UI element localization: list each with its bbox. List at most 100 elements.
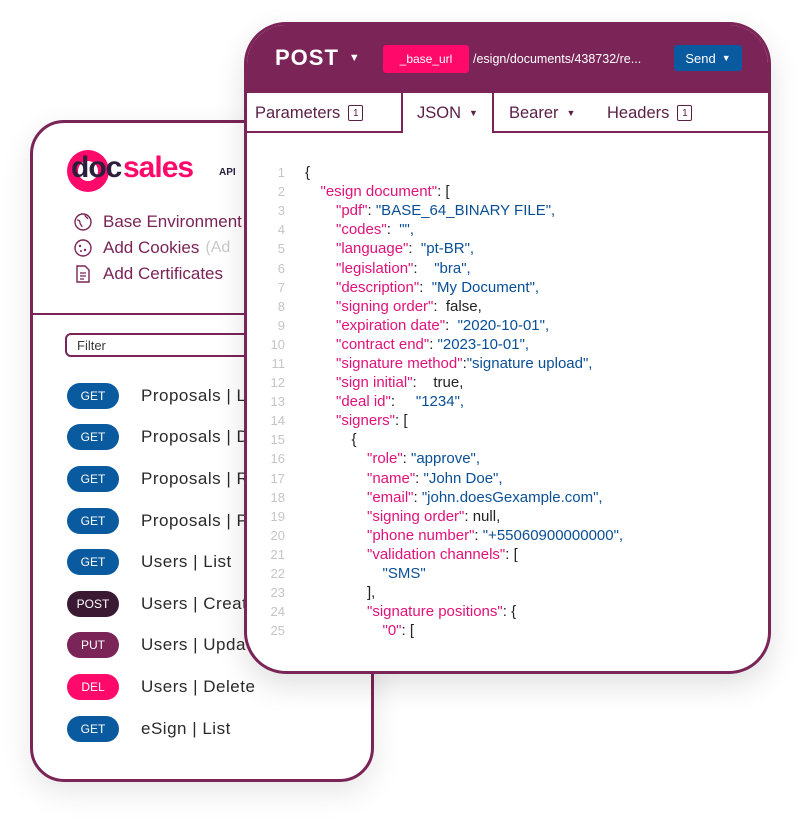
code-line: 15 {: [261, 430, 758, 449]
json-value: "BASE_64_BINARY FILE",: [375, 202, 556, 220]
endpoint-item[interactable]: GET eSign | List: [67, 708, 255, 750]
line-number: 5: [277, 241, 285, 257]
code-text: "pdf": "BASE_64_BINARY FILE",: [305, 202, 555, 219]
code-text: "phone number": "+55060900000000",: [305, 527, 623, 544]
env-item-label: Add Cookies: [103, 238, 200, 257]
json-punct: :: [402, 450, 412, 468]
code-text: "expiration date": "2020-10-01",: [305, 317, 549, 334]
json-punct: ],: [367, 584, 376, 602]
json-punct: :: [412, 374, 434, 392]
code-line: 20 "phone number": "+55060900000000",: [261, 526, 758, 545]
env-item-add-certificates[interactable]: Add Certificates: [73, 261, 242, 287]
endpoint-item[interactable]: GET Proposals | D: [67, 417, 255, 459]
line-number: 21: [270, 546, 285, 562]
json-punct: : [: [505, 545, 518, 563]
json-key: "codes": [336, 221, 387, 239]
code-text: "name": "John Doe",: [305, 470, 503, 487]
tab-label: Parameters: [255, 103, 341, 122]
code-text: "legislation": "bra",: [305, 260, 471, 277]
json-body-editor[interactable]: 1 {2 "esign document": [3 "pdf": "BASE_64_B…: [261, 163, 758, 640]
json-value: "2023-10-01",: [437, 335, 530, 353]
env-item-base-environment[interactable]: Base Environment: [73, 209, 242, 235]
line-number: 2: [277, 184, 285, 200]
tab-headers[interactable]: Headers 1: [607, 93, 693, 133]
json-punct: {: [305, 164, 311, 182]
env-item-label: Add Certificates: [103, 264, 223, 283]
line-number: 16: [270, 451, 285, 467]
endpoint-name: Proposals | L: [141, 385, 247, 405]
logo-sales-text: sales: [123, 151, 194, 184]
document-icon: [76, 265, 90, 283]
json-value: "john.doesGexample.com",: [421, 488, 603, 506]
tab-bearer[interactable]: Bearer ▼: [509, 93, 575, 133]
url-path-input[interactable]: /esign/documents/438732/re...: [473, 52, 641, 66]
code-line: 22 "SMS": [261, 564, 758, 583]
endpoint-item[interactable]: GET Proposals | P: [67, 500, 255, 542]
env-item-label: Base Environment: [103, 212, 242, 231]
tab-parameters[interactable]: Parameters 1: [255, 93, 364, 133]
code-text: "email": "john.doesGexample.com",: [305, 489, 603, 506]
endpoint-item[interactable]: GET Proposals | R: [67, 458, 255, 500]
tab-label: JSON: [417, 103, 462, 122]
code-line: 4 "codes": "",: [261, 220, 758, 239]
code-line: 3 "pdf": "BASE_64_BINARY FILE",: [261, 201, 758, 220]
code-line: 9 "expiration date": "2020-10-01",: [261, 316, 758, 335]
base-url-chip[interactable]: _base_url: [383, 45, 469, 73]
code-text: "signing order": false,: [305, 298, 482, 315]
line-number: 17: [270, 470, 285, 486]
code-text: "codes": "",: [305, 221, 414, 238]
json-punct: :: [419, 278, 432, 296]
code-text: "sign initial": true,: [305, 374, 463, 391]
line-number: 9: [277, 317, 285, 333]
endpoint-name: Users | List: [141, 552, 232, 572]
send-button[interactable]: Send ▼: [674, 45, 742, 71]
env-item-add-cookies[interactable]: Add Cookies (Ad: [73, 235, 242, 261]
line-number: 12: [270, 375, 285, 391]
code-text: ],: [305, 584, 375, 601]
endpoint-item[interactable]: POST Users | Creat: [67, 583, 255, 625]
line-number: 4: [277, 222, 285, 238]
code-line: 24 "signature positions": {: [261, 602, 758, 621]
line-number: 22: [270, 566, 285, 582]
chevron-down-icon: ▼: [469, 108, 478, 118]
tab-json[interactable]: JSON ▼: [401, 93, 494, 135]
code-text: "deal id": "1234",: [305, 393, 464, 410]
code-line: 19 "signing order": null,: [261, 507, 758, 526]
endpoint-item[interactable]: DEL Users | Delete: [67, 666, 255, 708]
line-number: 8: [277, 298, 285, 314]
code-line: 12 "sign initial": true,: [261, 373, 758, 392]
endpoint-name: eSign | List: [141, 718, 231, 738]
json-key: "validation channels": [367, 545, 506, 563]
line-number: 1: [277, 165, 285, 181]
logo-doc-text: doc: [71, 151, 122, 184]
code-line: 25 "0": [: [261, 621, 758, 640]
code-text: "role": "approve",: [305, 450, 480, 467]
request-bar: POST ▼ _base_url /esign/documents/438732…: [247, 25, 768, 93]
endpoint-item[interactable]: GET Users | List: [67, 541, 255, 583]
endpoint-item[interactable]: PUT Users | Upda: [67, 625, 255, 667]
json-key: "signers": [336, 412, 396, 430]
code-line: 13 "deal id": "1234",: [261, 392, 758, 411]
code-text: "SMS": [305, 565, 426, 582]
code-text: "validation channels": [: [305, 546, 518, 563]
code-text: "esign document": [: [305, 183, 450, 200]
tab-count-badge: 1: [677, 105, 693, 121]
endpoint-name: Proposals | R: [141, 468, 250, 488]
json-value: "+55060900000000",: [482, 526, 624, 544]
json-punct: :: [367, 202, 376, 220]
json-value: "John Doe",: [423, 469, 503, 487]
json-value: "signature upload",: [466, 354, 593, 372]
json-punct: {: [351, 431, 357, 449]
code-text: "signature positions": {: [305, 603, 516, 620]
json-key: "signature positions": [367, 603, 503, 621]
json-punct: : {: [502, 603, 517, 621]
json-key: "description": [336, 278, 420, 296]
method-badge: GET: [67, 549, 119, 576]
line-number: 6: [277, 260, 285, 276]
endpoint-item[interactable]: GET Proposals | L: [67, 375, 255, 417]
method-select[interactable]: POST ▼: [275, 45, 361, 71]
json-key: "contract end": [336, 335, 430, 353]
json-value: "pt-BR",: [420, 240, 475, 258]
line-number: 20: [270, 527, 285, 543]
json-value: "My Document",: [431, 278, 540, 296]
